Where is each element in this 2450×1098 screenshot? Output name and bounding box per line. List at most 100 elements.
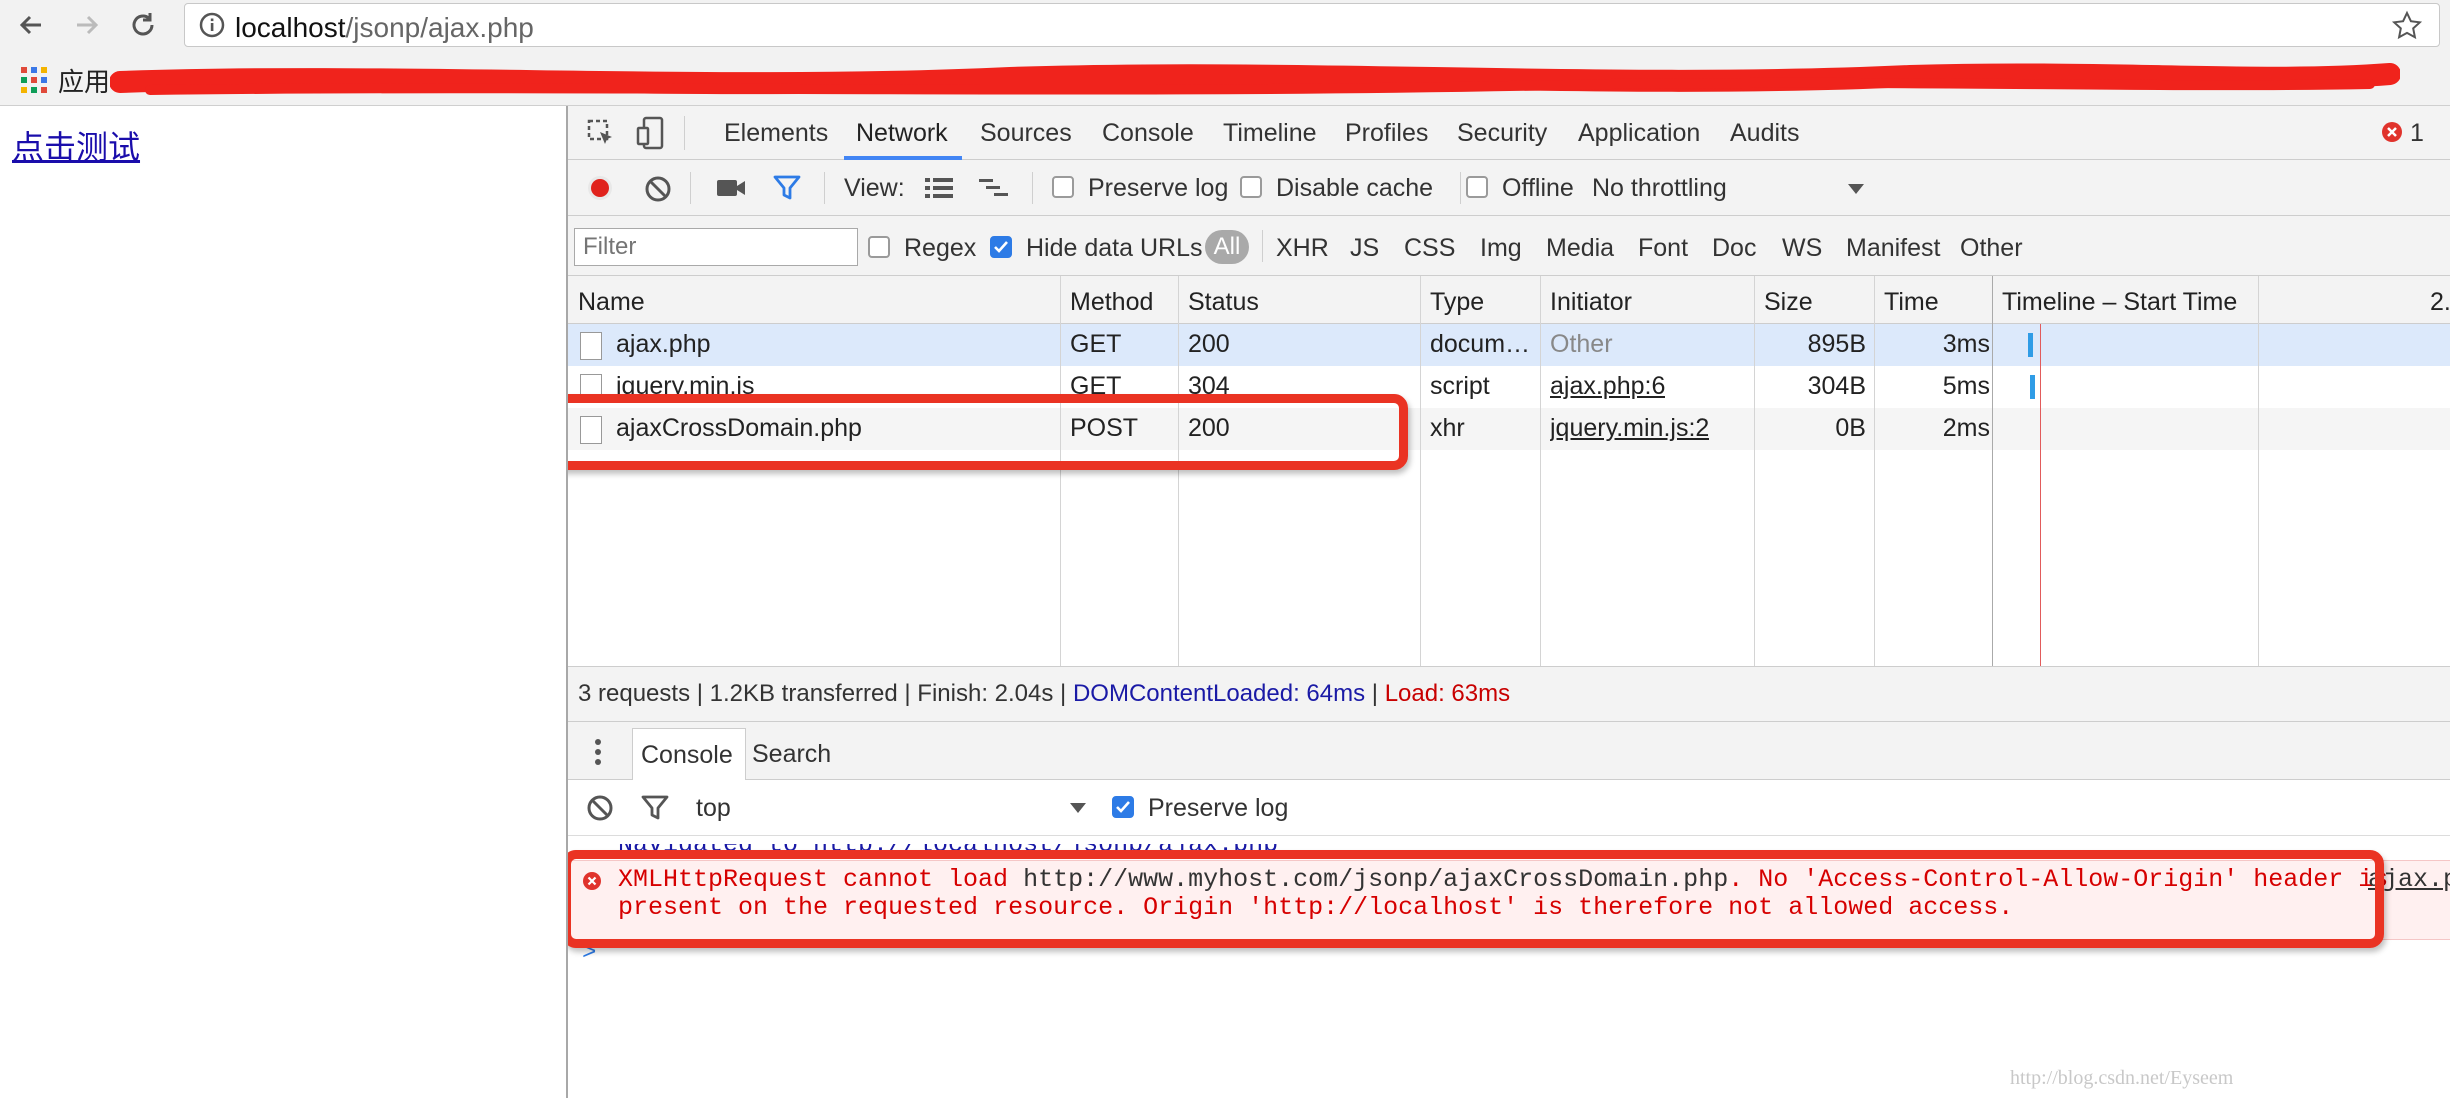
address-bar[interactable]: localhost/jsonp/ajax.php [184, 3, 2440, 47]
column-header-status[interactable]: Status [1188, 288, 1259, 317]
filter-type-manifest[interactable]: Manifest [1846, 234, 1940, 263]
tab-timeline[interactable]: Timeline [1223, 119, 1317, 148]
drawer-tab-bar: Console Search [568, 722, 2450, 780]
tab-console-drawer[interactable]: Console [632, 728, 746, 780]
console-toolbar: top Preserve log [568, 780, 2450, 836]
tab-console[interactable]: Console [1102, 119, 1194, 148]
error-count[interactable]: 1 [2410, 119, 2424, 148]
apps-grid-icon[interactable] [20, 66, 48, 94]
tab-search[interactable]: Search [752, 740, 831, 769]
error-count-icon[interactable] [2380, 120, 2404, 144]
device-toolbar-icon[interactable] [636, 116, 666, 150]
timeline-bar [2028, 333, 2033, 357]
column-divider[interactable] [1178, 276, 1179, 666]
column-header-initiator[interactable]: Initiator [1550, 288, 1632, 317]
request-initiator-link[interactable]: jquery.min.js:2 [1550, 414, 1709, 443]
bookmark-star-icon[interactable] [2391, 10, 2423, 42]
network-requests-table: Name Method Status Type Initiator Size T… [568, 276, 2450, 666]
tab-profiles[interactable]: Profiles [1345, 119, 1428, 148]
column-divider[interactable] [1874, 276, 1875, 666]
filter-type-css[interactable]: CSS [1404, 234, 1455, 263]
request-size: 895B [1807, 330, 1866, 358]
column-divider[interactable] [1420, 276, 1421, 666]
column-header-time[interactable]: Time [1884, 288, 1939, 317]
regex-checkbox[interactable] [868, 236, 890, 258]
tab-application[interactable]: Application [1578, 119, 1700, 148]
tab-console-label: Console [641, 741, 733, 769]
column-header-type[interactable]: Type [1430, 288, 1484, 317]
capture-screenshots-icon[interactable] [716, 176, 746, 200]
filter-type-media[interactable]: Media [1546, 234, 1614, 263]
load-event-line [2040, 324, 2041, 666]
hide-data-urls-label: Hide data URLs [1026, 234, 1203, 262]
context-select[interactable]: top [696, 794, 731, 823]
view-label: View: [844, 174, 905, 202]
column-divider[interactable] [2258, 276, 2259, 666]
filter-input[interactable] [574, 228, 858, 266]
column-header-name[interactable]: Name [578, 288, 645, 317]
checkmark-icon [994, 241, 1008, 253]
dropdown-arrow-icon[interactable] [1846, 182, 1866, 196]
offline-label: Offline [1502, 174, 1574, 202]
more-options-icon[interactable] [594, 738, 602, 766]
tab-sources[interactable]: Sources [980, 119, 1072, 148]
filter-type-other[interactable]: Other [1960, 234, 2023, 263]
console-preserve-log-label: Preserve log [1148, 794, 1289, 822]
column-header-size[interactable]: Size [1764, 288, 1813, 317]
inspect-element-icon[interactable] [586, 118, 616, 148]
filter-type-all[interactable]: All [1205, 230, 1249, 264]
hide-data-urls-checkbox[interactable] [990, 236, 1012, 258]
tab-audits[interactable]: Audits [1730, 119, 1799, 148]
tab-security[interactable]: Security [1457, 119, 1547, 148]
network-status-bar: 3 requests | 1.2KB transferred | Finish:… [568, 666, 2450, 722]
filter-type-xhr[interactable]: XHR [1276, 234, 1329, 263]
url-text[interactable]: localhost/jsonp/ajax.php [235, 12, 534, 44]
table-header: Name Method Status Type Initiator Size T… [568, 276, 2450, 324]
back-button[interactable] [12, 6, 50, 44]
filter-bar: Regex Hide data URLs All XHR JS CSS Img … [568, 216, 2450, 276]
console-filter-icon[interactable] [640, 794, 670, 822]
column-header-method[interactable]: Method [1070, 288, 1153, 317]
reload-button[interactable] [124, 6, 162, 44]
large-rows-icon[interactable] [924, 176, 954, 200]
filter-type-ws[interactable]: WS [1782, 234, 1822, 263]
disable-cache-checkbox[interactable] [1240, 176, 1262, 198]
column-divider[interactable] [1060, 276, 1061, 666]
request-type: script [1430, 372, 1490, 400]
column-divider[interactable] [1540, 276, 1541, 666]
separator [1262, 230, 1263, 262]
clear-console-icon[interactable] [586, 794, 614, 822]
request-initiator: Other [1550, 330, 1613, 358]
test-link[interactable]: 点击测试 [12, 122, 140, 168]
filter-icon[interactable] [772, 174, 802, 202]
filter-type-img[interactable]: Img [1480, 234, 1522, 263]
highlight-annotation [568, 394, 1408, 470]
column-header-overflow: 2. [2430, 288, 2450, 316]
column-divider[interactable] [1992, 276, 1993, 666]
request-initiator-link[interactable]: ajax.php:6 [1550, 372, 1665, 401]
clear-icon[interactable] [644, 175, 672, 203]
record-icon[interactable] [586, 174, 614, 202]
filter-type-font[interactable]: Font [1638, 234, 1688, 263]
info-icon[interactable] [199, 12, 225, 38]
apps-label[interactable]: 应用 [58, 62, 110, 99]
regex-label: Regex [904, 234, 977, 262]
preserve-log-checkbox[interactable] [1052, 176, 1074, 198]
tab-network[interactable]: Network [856, 119, 948, 148]
table-row[interactable]: ajax.php GET 200 docum… Other 895B 3ms [568, 324, 2450, 366]
column-header-timeline[interactable]: Timeline – Start Time [2002, 288, 2237, 317]
offline-checkbox[interactable] [1466, 176, 1488, 198]
throttling-select[interactable]: No throttling [1592, 174, 1727, 203]
column-divider[interactable] [1754, 276, 1755, 666]
overview-icon[interactable] [978, 176, 1010, 200]
dropdown-arrow-icon[interactable] [1068, 801, 1088, 815]
checkmark-icon [1116, 801, 1130, 813]
forward-button[interactable] [68, 6, 106, 44]
console-preserve-log-checkbox[interactable] [1112, 796, 1134, 818]
tab-elements[interactable]: Elements [724, 119, 828, 148]
request-name[interactable]: ajax.php [616, 330, 1056, 359]
request-type: docum… [1430, 330, 1531, 358]
network-summary: 3 requests | 1.2KB transferred | Finish:… [578, 680, 1511, 707]
filter-type-js[interactable]: JS [1350, 234, 1379, 263]
filter-type-doc[interactable]: Doc [1712, 234, 1756, 263]
